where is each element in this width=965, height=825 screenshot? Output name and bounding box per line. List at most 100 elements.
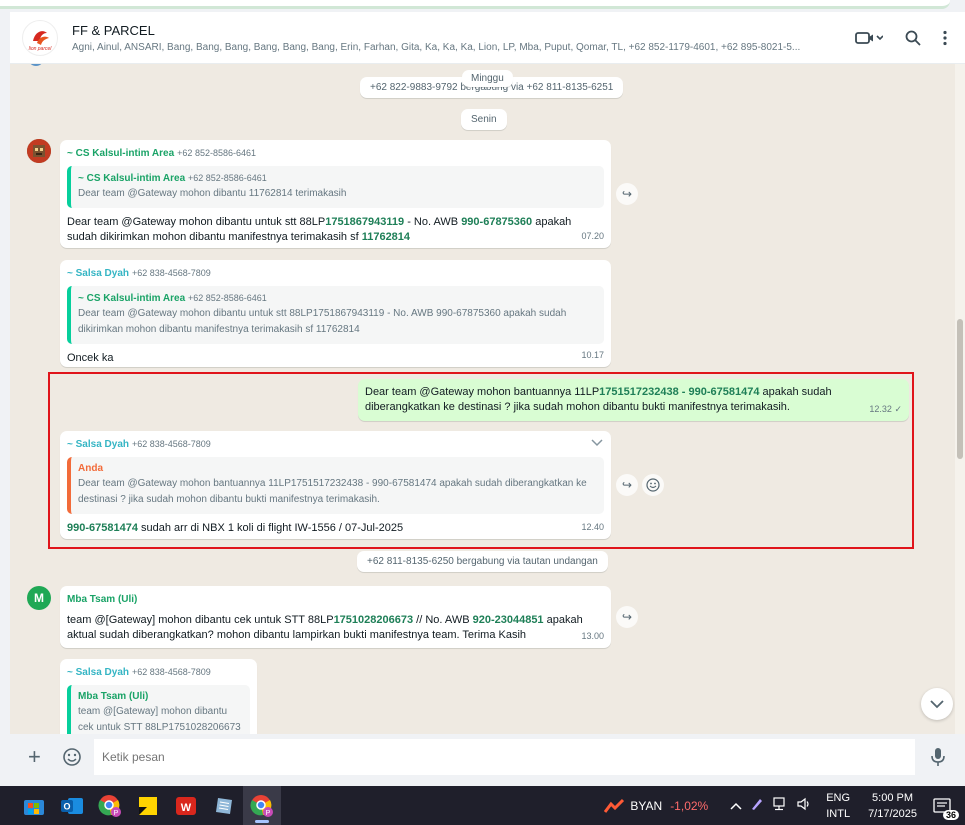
- group-avatar[interactable]: lion parcel: [22, 19, 58, 56]
- clock[interactable]: 5:00 PM 7/17/2025: [868, 790, 917, 822]
- chrome-active-app-icon[interactable]: P: [243, 786, 281, 825]
- scrollbar-thumb[interactable]: [957, 319, 963, 459]
- sender-phone: +62 838-4568-7809: [131, 268, 211, 278]
- svg-text:lion parcel: lion parcel: [29, 46, 53, 52]
- message-time: 12.32: [869, 404, 892, 414]
- attach-plus-icon[interactable]: +: [28, 744, 56, 770]
- system-message-invite: +62 811-8135-6250 bergabung via tautan u…: [357, 551, 608, 572]
- quote-text: Dear team @Gateway mohon bantuannya 11LP…: [78, 478, 587, 505]
- message-time: 07.20: [581, 231, 604, 241]
- message-bubble-5[interactable]: Mba Tsam (Uli) team @[Gateway] mohon dib…: [60, 586, 611, 648]
- quote-sender: ~ CS Kalsul-intim Area: [78, 173, 186, 184]
- sender-phone: +62 852-8586-6461: [177, 148, 256, 158]
- avatar-cs-kalsul[interactable]: [27, 139, 51, 163]
- network-icon[interactable]: [772, 797, 788, 814]
- svg-text:P: P: [266, 810, 271, 817]
- awb-link[interactable]: 990-67581474: [67, 522, 138, 534]
- stt-link[interactable]: 1751867943119: [325, 216, 404, 228]
- scroll-down-button[interactable]: [921, 688, 953, 720]
- clock-time: 5:00 PM: [872, 791, 914, 804]
- stt-awb-link[interactable]: 1751517232438 - 990-67581474: [599, 386, 759, 398]
- message-time: 13.00: [581, 631, 604, 641]
- notes-app-icon[interactable]: [205, 786, 243, 825]
- notification-count: 36: [942, 809, 959, 820]
- forward-icon[interactable]: ↪: [616, 183, 638, 205]
- awb-link[interactable]: 990-67875360: [461, 216, 532, 228]
- awb-link[interactable]: 920-23044851: [473, 614, 544, 626]
- sf-link[interactable]: 11762814: [362, 231, 410, 243]
- stock-change: -1,02%: [670, 798, 709, 813]
- sender-phone: +62 838-4568-7809: [131, 439, 211, 449]
- quote-sender: Anda: [78, 463, 103, 474]
- quote-sender: ~ CS Kalsul-intim Area: [78, 293, 186, 304]
- quote-text: Dear team @Gateway mohon dibantu untuk s…: [78, 308, 567, 335]
- message-bubble-outgoing[interactable]: Dear team @Gateway mohon bantuannya 11LP…: [358, 379, 909, 421]
- notification-center-icon[interactable]: 36: [929, 794, 959, 820]
- scrollbar[interactable]: [955, 64, 965, 734]
- message-text: 990-67581474 sudah arr di NBX 1 koli di …: [67, 522, 404, 534]
- date-separator-senin: Senin: [461, 109, 507, 130]
- quoted-message[interactable]: ~ CS Kalsul-intim Area +62 852-8586-6461…: [67, 286, 604, 344]
- quote-phone: +62 852-8586-6461: [187, 293, 267, 303]
- message-bubble-6[interactable]: ~ Salsa Dyah +62 838-4568-7809 Mba Tsam (…: [60, 659, 257, 734]
- emoji-icon[interactable]: [62, 747, 82, 767]
- chevron-up-icon[interactable]: [730, 799, 742, 813]
- pen-icon[interactable]: [750, 797, 764, 814]
- store-app-icon[interactable]: [15, 786, 53, 825]
- wps-app-icon[interactable]: W: [167, 786, 205, 825]
- sender-name[interactable]: ~ Salsa Dyah: [67, 268, 129, 279]
- quote-text: team @[Gateway] mohon dibantu cek untuk …: [78, 706, 241, 733]
- quoted-message[interactable]: Mba Tsam (Uli) team @[Gateway] mohon dib…: [67, 685, 250, 734]
- quoted-message[interactable]: Anda Dear team @Gateway mohon bantuannya…: [67, 457, 604, 514]
- volume-icon[interactable]: [796, 797, 812, 814]
- quote-sender: Mba Tsam (Uli): [78, 691, 149, 702]
- message-bubble-1[interactable]: ~ CS Kalsul-intim Area +62 852-8586-6461 …: [60, 140, 611, 248]
- forward-icon[interactable]: ↪: [616, 474, 638, 496]
- outlook-app-icon[interactable]: O: [53, 786, 91, 825]
- quote-text: Dear team @Gateway mohon dibantu 1176281…: [78, 188, 347, 199]
- chat-header[interactable]: lion parcel FF & PARCEL Agni, Ainul, ANS…: [10, 12, 965, 64]
- stock-chart-icon: [604, 798, 625, 813]
- quote-phone: +62 852-8586-6461: [187, 173, 267, 183]
- sender-name[interactable]: ~ CS Kalsul-intim Area: [67, 148, 174, 159]
- group-members: Agni, Ainul, ANSARI, Bang, Bang, Bang, B…: [72, 41, 801, 53]
- avatar-mba-tsam[interactable]: M: [27, 586, 51, 610]
- group-title: FF & PARCEL: [72, 22, 155, 38]
- svg-text:O: O: [63, 801, 70, 811]
- message-text: team @[Gateway] mohon dibantu cek untuk …: [67, 614, 583, 641]
- language-indicator[interactable]: ENG INTL: [826, 790, 850, 822]
- chrome-profile-app-icon[interactable]: P: [91, 786, 129, 825]
- message-input[interactable]: [94, 739, 915, 775]
- message-text: Oncek ka: [67, 352, 114, 364]
- quoted-message[interactable]: ~ CS Kalsul-intim Area +62 852-8586-6461…: [67, 166, 604, 208]
- svg-text:P: P: [114, 810, 119, 817]
- windows-taskbar: O P W P BYAN -1,02% ENG INTL 5:00 PM 7/1…: [0, 786, 965, 825]
- sent-tick-icon: ✓: [894, 404, 902, 414]
- chevron-down-icon[interactable]: [591, 437, 603, 452]
- message-bubble-4[interactable]: ~ Salsa Dyah +62 838-4568-7809 Anda Dear …: [60, 431, 611, 539]
- partial-avatar-icon: [30, 64, 42, 66]
- search-icon[interactable]: [905, 30, 921, 46]
- forward-icon[interactable]: ↪: [616, 606, 638, 628]
- sticky-notes-app-icon[interactable]: [129, 786, 167, 825]
- message-bubble-2[interactable]: ~ Salsa Dyah +62 838-4568-7809 ~ CS Kalsu…: [60, 260, 611, 367]
- emoji-react-icon[interactable]: [642, 474, 664, 496]
- stock-widget[interactable]: BYAN -1,02%: [604, 798, 708, 814]
- sender-name[interactable]: ~ Salsa Dyah: [67, 439, 129, 450]
- browser-top-strip: [0, 0, 965, 12]
- microphone-icon[interactable]: [931, 747, 945, 767]
- menu-kebab-icon[interactable]: [943, 30, 947, 46]
- sender-name[interactable]: ~ Salsa Dyah: [67, 667, 129, 678]
- date-separator-minggu: Minggu: [462, 70, 513, 87]
- video-call-icon[interactable]: [855, 30, 883, 46]
- message-text: Dear team @Gateway mohon dibantu untuk s…: [67, 216, 572, 243]
- stt-link[interactable]: 1751028206673: [334, 614, 414, 626]
- stock-name: BYAN: [630, 798, 663, 813]
- composer: +: [10, 734, 965, 780]
- svg-text:W: W: [181, 802, 192, 814]
- sender-name[interactable]: Mba Tsam (Uli): [67, 592, 604, 607]
- clock-date: 7/17/2025: [868, 807, 917, 820]
- sender-phone: +62 838-4568-7809: [131, 667, 211, 677]
- chat-area[interactable]: +62 822-9883-9792 bergabung via +62 811-…: [10, 64, 965, 734]
- message-text: Dear team @Gateway mohon bantuannya 11LP…: [365, 386, 832, 413]
